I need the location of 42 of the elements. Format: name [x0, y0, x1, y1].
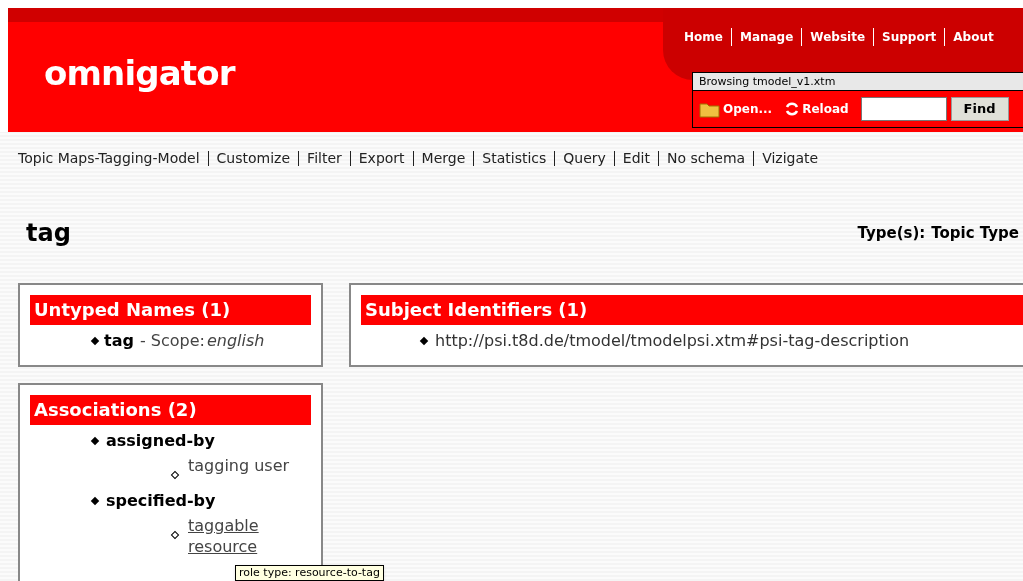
association-link[interactable]: specified-by — [106, 489, 216, 513]
scope-link[interactable]: english — [206, 329, 265, 353]
browsing-label: Browsing tmodel_v1.xtm — [693, 73, 1023, 91]
topic-title: tag — [26, 218, 71, 249]
section-heading: Untyped Names (1) — [30, 295, 311, 325]
section-heading: Associations (2) — [30, 395, 311, 425]
menu-link[interactable]: Query — [563, 148, 606, 169]
menu-link[interactable]: Topic Maps-Tagging-Model — [18, 148, 200, 169]
search-field[interactable] — [860, 97, 947, 121]
menu-link[interactable]: No schema — [666, 148, 746, 169]
identifier-link[interactable]: http://psi.t8d.de/tmodel/tmodelpsi.xtm#psi-tag-description — [435, 329, 910, 353]
menu-link[interactable]: Vizigate — [762, 148, 819, 169]
association-link[interactable]: assigned-by — [106, 429, 215, 453]
logo[interactable]: omnigator — [44, 48, 235, 99]
menu-link[interactable]: Merge — [421, 148, 466, 169]
section-heading: Subject Identifiers (1) — [361, 295, 1023, 325]
nav-link[interactable]: About — [953, 28, 994, 46]
player-link[interactable]: tagging user — [188, 455, 308, 476]
name-link[interactable]: tag — [104, 329, 134, 353]
player-link[interactable]: taggable resource — [188, 515, 308, 557]
types-label: Type(s): — [857, 222, 926, 244]
type-link[interactable]: Topic Type — [931, 221, 1019, 245]
bullet-icon — [90, 436, 100, 446]
folder-icon — [699, 100, 721, 118]
menu-link[interactable]: Statistics — [482, 148, 547, 169]
open-button[interactable]: Open... — [699, 100, 773, 118]
bullet-icon — [419, 336, 429, 346]
bullet-icon — [90, 496, 100, 506]
scope-label: - Scope: — [139, 330, 205, 352]
menu-link[interactable]: Export — [358, 148, 405, 169]
bullet-icon — [90, 336, 100, 346]
nav-link[interactable]: Website — [810, 28, 866, 46]
nav-link[interactable]: Home — [684, 28, 723, 46]
tooltip: role type: resource-to-tag — [235, 565, 384, 581]
menu-link[interactable]: Edit — [622, 148, 650, 169]
nav-link[interactable]: Support — [882, 28, 937, 46]
menu-link[interactable]: Filter — [307, 148, 342, 169]
nav-link[interactable]: Manage — [739, 28, 794, 46]
menu-link[interactable]: Customize — [216, 148, 291, 169]
reload-button[interactable]: Reload — [784, 100, 849, 118]
find-button[interactable]: Find — [950, 97, 1009, 121]
refresh-icon — [784, 101, 801, 117]
